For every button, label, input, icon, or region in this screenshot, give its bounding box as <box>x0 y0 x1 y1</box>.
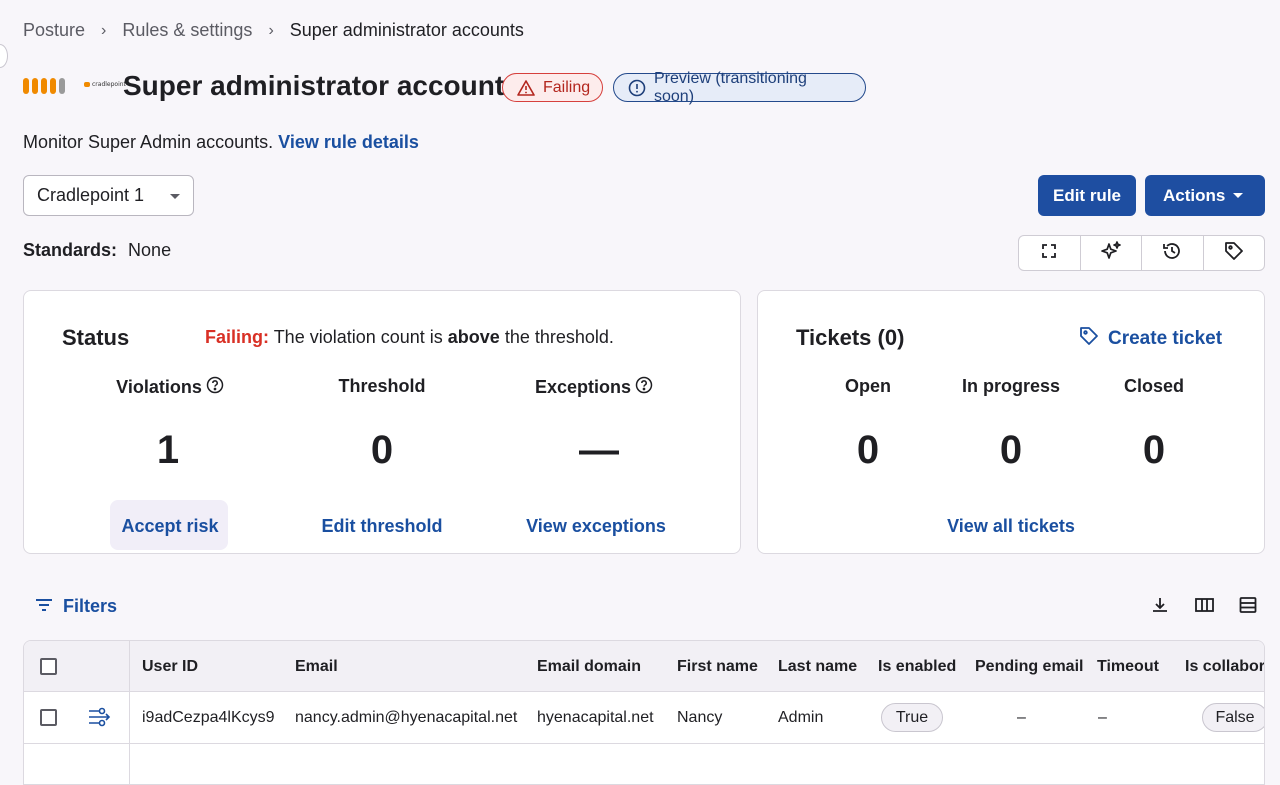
history-icon <box>1161 240 1183 267</box>
failing-badge-label: Failing <box>543 78 591 96</box>
column-header-first-name[interactable]: First name <box>677 658 758 676</box>
page-title: Super administrator accounts <box>123 70 520 101</box>
sidebar-toggle-handle[interactable] <box>0 44 8 68</box>
actions-button[interactable]: Actions <box>1145 175 1265 216</box>
exceptions-label: Exceptions <box>504 376 684 399</box>
cell-pending-email: – <box>1017 709 1026 726</box>
warning-triangle-icon <box>517 79 535 96</box>
preview-badge-label: Preview (transitioning soon) <box>654 69 807 105</box>
column-divider <box>129 641 130 784</box>
create-ticket-label: Create ticket <box>1108 328 1223 349</box>
violations-table: User ID Email Email domain First name La… <box>23 640 1265 785</box>
info-circle-icon <box>628 79 646 97</box>
cell-timeout: – <box>1098 709 1107 726</box>
exceptions-count: — <box>579 428 619 472</box>
status-message: Failing: The violation count is above th… <box>205 327 614 347</box>
threshold-value: 0 <box>370 428 394 472</box>
row-checkbox[interactable] <box>40 709 57 726</box>
table-rows-icon <box>1239 596 1257 619</box>
download-icon <box>1151 596 1169 619</box>
chevron-right-icon: › <box>101 21 107 39</box>
status-card-title: Status <box>62 325 130 350</box>
select-all-checkbox[interactable] <box>40 658 57 675</box>
cell-email: nancy.admin@hyenacapital.net <box>295 709 518 726</box>
table-header-row: User ID Email Email domain First name La… <box>24 641 1264 692</box>
description-text: Monitor Super Admin accounts. <box>23 132 274 152</box>
help-circle-icon[interactable] <box>206 376 224 399</box>
column-header-is-enabled[interactable]: Is enabled <box>878 658 956 676</box>
expand-icon <box>1041 243 1057 264</box>
cell-last-name: Admin <box>778 709 824 726</box>
accept-risk-link[interactable]: Accept risk <box>80 516 260 537</box>
tickets-open-count: 0 <box>856 428 880 472</box>
expand-button[interactable] <box>1019 236 1080 270</box>
history-button[interactable] <box>1141 236 1203 270</box>
cell-first-name: Nancy <box>677 709 723 726</box>
failing-status-badge: Failing <box>502 73 603 102</box>
chevron-right-icon: › <box>268 21 274 39</box>
view-rule-details-link[interactable]: View rule details <box>278 132 419 152</box>
column-header-is-collaborator[interactable]: Is collabora <box>1185 658 1264 676</box>
breadcrumb-posture[interactable]: Posture <box>23 20 85 41</box>
caret-down-icon <box>1233 193 1243 198</box>
tickets-open-label: Open <box>844 376 891 396</box>
ai-assist-button[interactable] <box>1079 236 1142 270</box>
column-header-timeout[interactable]: Timeout <box>1097 658 1159 676</box>
preview-status-badge: Preview (transitioning soon) <box>613 70 866 105</box>
column-header-pending-email[interactable]: Pending email <box>975 658 1083 676</box>
remediation-flow-icon[interactable] <box>87 706 113 733</box>
filters-label: Filters <box>63 596 118 616</box>
standards-label: Standards: <box>23 240 118 260</box>
table-row[interactable]: i9adCezpa4lKcys9 nancy.admin@hyenacapita… <box>24 692 1264 744</box>
breadcrumb-current: Super administrator accounts <box>289 20 524 40</box>
tickets-card-title: Tickets (0) <box>796 325 905 350</box>
column-header-last-name[interactable]: Last name <box>778 658 857 676</box>
cell-user-id: i9adCezpa4lKcys9 <box>142 709 275 726</box>
breadcrumb-rules-settings[interactable]: Rules & settings <box>122 20 252 41</box>
column-header-email[interactable]: Email <box>295 658 338 676</box>
help-circle-icon[interactable] <box>635 376 653 399</box>
column-header-user-id[interactable]: User ID <box>142 658 198 676</box>
brand-logo: cradlepoint <box>84 81 126 88</box>
tag-icon <box>1223 240 1245 267</box>
tenant-select[interactable]: Cradlepoint 1 <box>23 175 194 216</box>
view-exceptions-link[interactable]: View exceptions <box>506 516 686 537</box>
columns-button[interactable] <box>1193 596 1215 618</box>
is-enabled-chip: True <box>881 703 943 732</box>
create-ticket-button[interactable]: Create ticket <box>1078 325 1222 353</box>
tickets-card: Tickets (0) Create ticket Open In progre… <box>757 290 1265 554</box>
tag-icon <box>1078 325 1100 353</box>
tickets-in-progress-label: In progress <box>961 376 1061 396</box>
caret-down-icon <box>170 194 180 199</box>
tags-button[interactable] <box>1202 236 1265 270</box>
signal-strength-icon <box>23 78 65 94</box>
tickets-closed-label: Closed <box>1123 376 1184 396</box>
standards-value: None <box>128 240 172 260</box>
breadcrumb: Posture › Rules & settings › Super admin… <box>23 20 524 41</box>
filter-lines-icon <box>35 596 53 617</box>
tickets-closed-count: 0 <box>1142 428 1166 472</box>
density-button[interactable] <box>1237 596 1259 618</box>
rule-description: Monitor Super Admin accounts. View rule … <box>23 132 419 153</box>
filters-button[interactable]: Filters <box>35 596 117 617</box>
column-header-email-domain[interactable]: Email domain <box>537 658 641 676</box>
violations-label: Violations <box>80 376 260 399</box>
tenant-select-value: Cradlepoint 1 <box>37 185 145 205</box>
threshold-label: Threshold <box>338 376 426 396</box>
edit-threshold-link[interactable]: Edit threshold <box>292 516 472 537</box>
view-tools-group <box>1018 235 1265 271</box>
columns-icon <box>1194 597 1214 618</box>
edit-rule-button[interactable]: Edit rule <box>1038 175 1136 216</box>
actions-button-label: Actions <box>1163 185 1226 205</box>
status-card: Status Failing: The violation count is a… <box>23 290 741 554</box>
violations-count: 1 <box>156 428 180 472</box>
sparkle-icon <box>1100 240 1122 267</box>
cell-email-domain: hyenacapital.net <box>537 709 654 726</box>
view-all-tickets-link[interactable]: View all tickets <box>911 516 1111 537</box>
tickets-in-progress-count: 0 <box>999 428 1023 472</box>
download-button[interactable] <box>1149 596 1171 618</box>
standards-info: Standards: None <box>23 240 171 261</box>
is-collaborator-chip: False <box>1202 703 1264 732</box>
